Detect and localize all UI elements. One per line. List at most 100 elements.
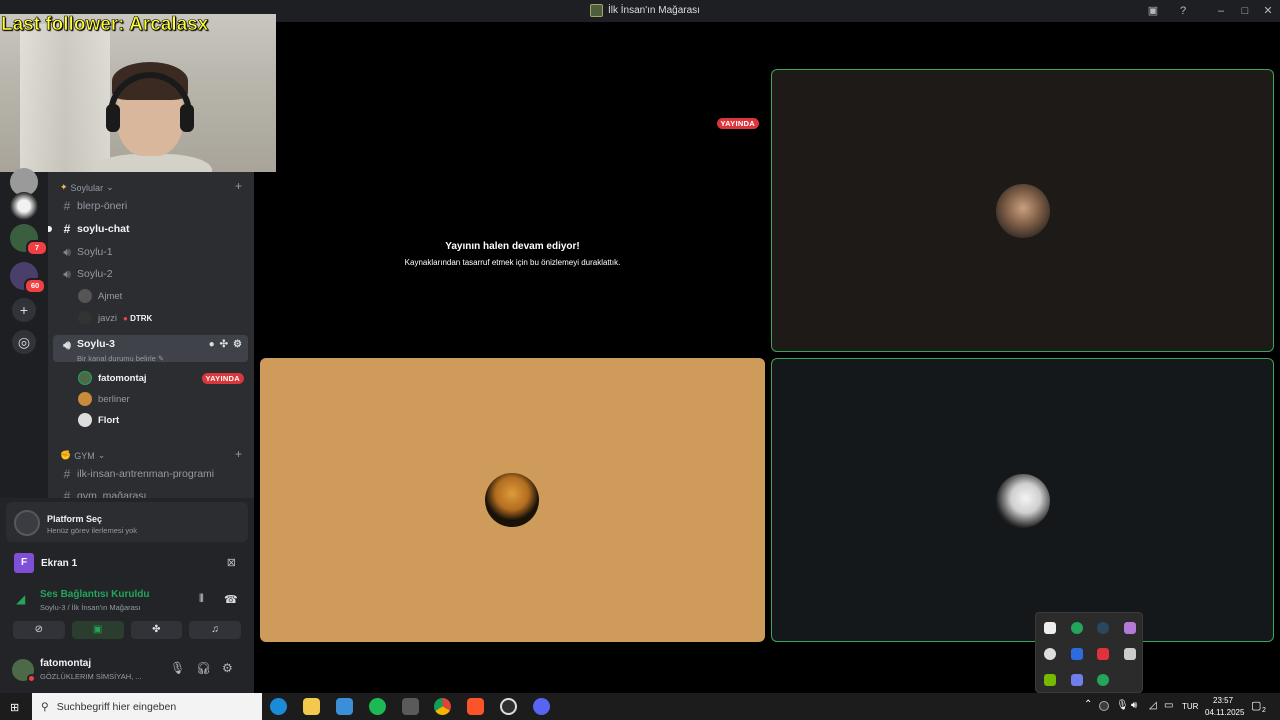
username[interactable]: fatomontaj	[40, 658, 91, 669]
activity-subtitle: Henüz görev ilerlemesi yok	[47, 526, 138, 535]
voice-user-name: berliner	[98, 393, 130, 405]
channel-label: ilk-insan-antrenman-programi	[77, 468, 215, 480]
screen-share-button[interactable]: ▣	[71, 621, 124, 639]
microphone-icon[interactable]: 🎙︎	[1116, 700, 1129, 720]
activities-button[interactable]: ✤	[130, 621, 183, 639]
tray-app-icon[interactable]	[1097, 648, 1109, 660]
activity-card[interactable]: Platform Seç Henüz görev ilerlemesi yok	[6, 502, 248, 542]
steam-icon[interactable]	[1097, 622, 1109, 634]
brave-icon[interactable]	[467, 698, 484, 715]
desktop: YAYINDA Yayının halen devam ediyor! Kayn…	[0, 0, 1280, 720]
chat-icon[interactable]: ●	[209, 339, 215, 350]
channel-soylu-chat[interactable]: # soylu-chat	[48, 219, 248, 239]
store-icon[interactable]	[336, 698, 353, 715]
hash-icon: #	[63, 222, 71, 236]
explore-icon[interactable]: ◎	[12, 330, 36, 354]
participant-tile-2[interactable]	[260, 358, 765, 642]
stream-tile-paused[interactable]: YAYINDA Yayının halen devam ediyor! Kayn…	[260, 66, 765, 352]
webcam-background	[20, 24, 110, 172]
tray-app-icon[interactable]	[1097, 674, 1109, 686]
voice-user[interactable]: fatomontaj YAYINDA	[78, 369, 244, 387]
channel-gym-program[interactable]: # ilk-insan-antrenman-programi	[53, 464, 248, 484]
voice-user[interactable]: Flort	[78, 411, 119, 429]
category-soylular[interactable]: ✦ Soylular ⌄	[60, 182, 114, 193]
microphone-icon[interactable]: 🎙︎	[170, 661, 185, 675]
battery-icon[interactable]: ▭	[1164, 700, 1173, 720]
participant-tile-1[interactable]	[771, 69, 1274, 352]
server-icon	[590, 4, 603, 17]
add-channel-icon[interactable]: +	[235, 447, 242, 461]
voice-location[interactable]: Soylu-3 / İlk İnsan'ın Mağarası	[40, 603, 141, 612]
add-channel-icon[interactable]: +	[235, 179, 242, 193]
channel-blerp[interactable]: # blerp-öneri	[53, 196, 248, 216]
voice-user[interactable]: berliner	[78, 390, 130, 408]
tray-app-icon[interactable]	[1071, 674, 1083, 686]
voice-user[interactable]: javzi ● DTRK	[78, 309, 152, 327]
obs-icon[interactable]	[500, 698, 517, 715]
webcam-overlay	[0, 14, 276, 172]
tray-chevron-icon[interactable]: ⌃	[1084, 699, 1092, 720]
windows-start-icon[interactable]: ⊞	[10, 701, 19, 714]
user-tag: DTRK	[130, 313, 153, 323]
notification-icon[interactable]: ▢	[1251, 699, 1261, 720]
discord-icon[interactable]	[533, 698, 550, 715]
gear-icon[interactable]: ⚙	[233, 339, 242, 350]
inbox-icon[interactable]: ▣	[1145, 3, 1161, 19]
voice-user[interactable]: Ajmet	[78, 287, 122, 305]
user-panel: Platform Seç Henüz görev ilerlemesi yok …	[0, 498, 254, 693]
noise-suppression-icon[interactable]: ⦀	[199, 593, 204, 606]
tray-app-icon[interactable]	[1071, 648, 1083, 660]
network-icon[interactable]: ◿	[1149, 700, 1157, 720]
tray-app-icon[interactable]	[1044, 648, 1056, 660]
tray-app-icon[interactable]	[1124, 648, 1136, 660]
channel-label: Soylu-3	[77, 338, 115, 350]
tray-app-icon[interactable]	[1044, 622, 1056, 634]
nvidia-icon[interactable]	[1044, 674, 1056, 686]
status-badge: ● DTRK	[123, 314, 152, 323]
avatar	[78, 289, 92, 303]
taskbar-search[interactable]: ⚲ Suchbegriff hier eingeben	[32, 693, 262, 720]
voice-connection: ◢ Ses Bağlantısı Kuruldu Soylu-3 / İlk İ…	[6, 584, 248, 616]
voice-user-name: fatomontaj	[98, 372, 147, 384]
tray-app-icon[interactable]	[1124, 622, 1136, 634]
calculator-icon[interactable]	[402, 698, 419, 715]
minimize-button[interactable]: –	[1213, 3, 1229, 19]
file-explorer-icon[interactable]	[303, 698, 320, 715]
gear-icon[interactable]: ⚙	[222, 661, 233, 675]
tray-icon[interactable]	[1099, 701, 1109, 711]
channel-status-prompt[interactable]: Bir kanal durumu belirle ✎	[77, 354, 164, 363]
soundboard-button[interactable]: ♫	[189, 621, 241, 639]
tray-app-icon[interactable]	[1071, 622, 1083, 634]
sparkle-icon: ✦	[60, 182, 68, 192]
participant-avatar	[996, 184, 1050, 238]
status-dot	[27, 674, 36, 683]
chrome-icon[interactable]	[434, 698, 451, 715]
spotify-icon[interactable]	[369, 698, 386, 715]
window-title-text: İlk İnsan'ın Mağarası	[608, 5, 700, 16]
stop-share-icon[interactable]: ⊠	[227, 556, 236, 569]
channel-gym-cave[interactable]: # gym_mağarası	[53, 486, 248, 498]
disconnect-icon[interactable]: ☎	[224, 593, 238, 606]
voice-user-name: Flort	[98, 414, 120, 426]
volume-icon[interactable]: 🔊︎	[1131, 700, 1137, 720]
webcam-earcup	[180, 104, 194, 132]
invite-icon[interactable]: ✣	[220, 339, 228, 350]
voice-status[interactable]: Ses Bağlantısı Kuruldu	[40, 589, 149, 600]
headphones-icon[interactable]: 🎧︎	[196, 661, 211, 675]
language-indicator[interactable]: TUR	[1182, 702, 1198, 720]
category-gym[interactable]: ✊ GYM ⌄	[60, 450, 105, 461]
voice-channel-soylu-1[interactable]: 🔊︎ Soylu-1	[53, 242, 248, 262]
speaker-icon: 🔊︎	[63, 266, 71, 281]
clock-date[interactable]: 04.11.2025	[1205, 708, 1244, 720]
participant-tile-3[interactable]	[771, 358, 1274, 642]
edge-icon[interactable]	[270, 698, 287, 715]
server-icon[interactable]	[10, 192, 38, 220]
screen-share-row[interactable]: F Ekran 1 ⊠	[6, 548, 248, 578]
help-icon[interactable]: ?	[1175, 3, 1191, 19]
muscle-icon: ✊	[60, 450, 72, 460]
camera-off-button[interactable]: ⊘	[13, 621, 65, 639]
close-button[interactable]: ✕	[1260, 3, 1276, 19]
add-server-icon[interactable]: +	[12, 298, 36, 322]
voice-channel-soylu-2[interactable]: 🔊︎ Soylu-2	[53, 264, 248, 284]
maximize-button[interactable]: □	[1237, 3, 1253, 19]
